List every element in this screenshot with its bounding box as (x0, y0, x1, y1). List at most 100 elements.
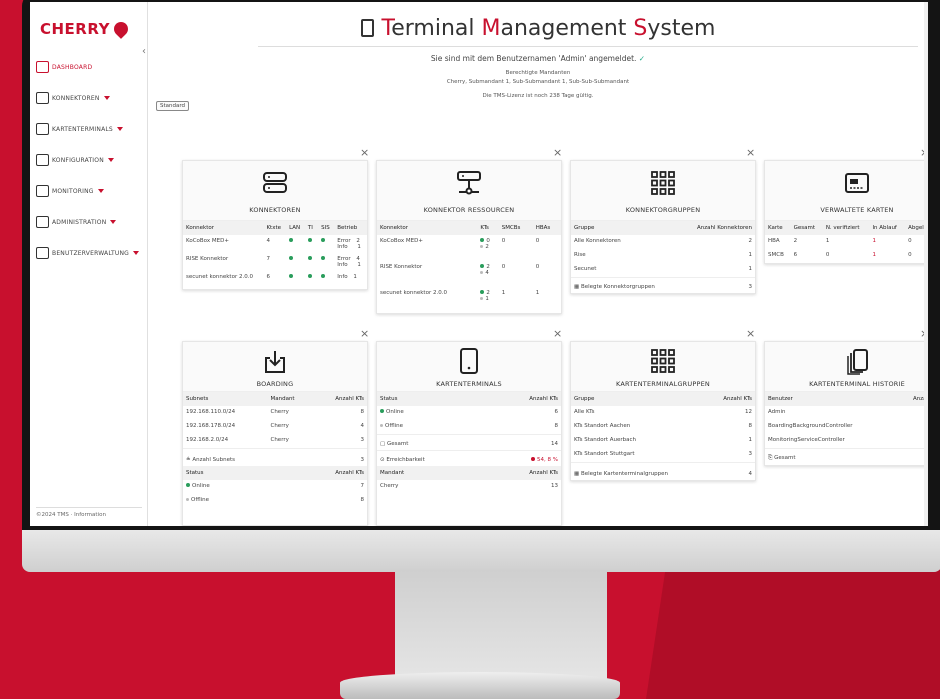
offline-dot (480, 297, 484, 300)
table-row[interactable]: 192.168.110.0/24 Cherry 8 (183, 406, 367, 420)
standard-button[interactable]: Standard (156, 101, 190, 111)
table-row[interactable]: Rise 1 (571, 249, 755, 263)
table-row[interactable]: RISE Konnektor 2 4 0 0 (377, 261, 561, 287)
table-row[interactable]: Alle KTs 12 (571, 406, 755, 420)
status-dot (289, 256, 294, 260)
konnektoren-card: KONNEKTOREN Konnektor Ktxte LAN TI SIS Betrie… (182, 160, 368, 290)
monitor-stand (395, 570, 607, 680)
close-konnektorgruppen-button[interactable]: × (746, 146, 755, 159)
grid-icon (651, 171, 675, 195)
status-dot (321, 256, 326, 260)
table-row[interactable]: KTs Standort Stuttgart 3 (571, 448, 755, 462)
screen: CHERRY ‹ DASHBOARD KONNEKTOREN KARTENTERMI… (30, 2, 928, 526)
mandanten-label: Berechtigte Mandanten (505, 70, 571, 76)
table-row[interactable]: SMCB 6 0 1 0 (765, 249, 928, 263)
close-ressourcen-button[interactable]: × (553, 146, 562, 159)
konnektoren-table: Konnektor Ktxte LAN TI SIS Betrieb KoCoBox ME… (183, 221, 367, 289)
historie-card: KARTENTERMINAL HISTORIE BenutzerAnzahl L… (764, 341, 928, 466)
sidebar-item-dashboard[interactable]: DASHBOARD (36, 54, 148, 80)
sidebar-item-label: KONNEKTOREN (52, 94, 100, 102)
konnektorgruppen-card: KONNEKTORGRUPPEN Gruppe Anzahl Konnektore… (570, 160, 756, 294)
table-row[interactable]: Alle Konnektoren 2 (571, 235, 755, 249)
scrollbar[interactable] (924, 2, 928, 526)
sidebar-item-label: KONFIGURATION (52, 156, 104, 164)
chevron-down-icon[interactable] (97, 189, 104, 193)
table-row[interactable]: RISE Konnektor 7 Error 4 Info 1 (183, 253, 367, 271)
divider (258, 46, 918, 47)
table-row[interactable]: BoardingBackgroundController508 (765, 420, 928, 434)
sidebar-item-konnektoren[interactable]: KONNEKTOREN (36, 85, 148, 111)
table-row[interactable]: KoCoBox MED+ 4 Error 2 Info 1 (183, 235, 367, 253)
table-row[interactable]: KTs Standort Aachen 8 (571, 420, 755, 434)
card-title: VERWALTETE KARTEN (820, 206, 894, 214)
table-row[interactable]: 192.168.2.0/24 Cherry 3 (183, 434, 367, 448)
close-boarding-button[interactable]: × (360, 327, 369, 340)
sidebar-item-benutzerverwaltung[interactable]: BENUTZERVERWALTUNG (36, 240, 148, 266)
table-row[interactable]: Admin48 (765, 406, 928, 420)
sidebar-item-konfiguration[interactable]: KONFIGURATION (36, 147, 148, 173)
terminal-icon (460, 348, 478, 374)
table-row[interactable]: HBA 2 1 1 0 (765, 235, 928, 249)
cherry-logo-icon (111, 19, 131, 39)
summary-row: ▦ Belegte Konnektorgruppen 3 (571, 276, 755, 293)
sidebar-item-label: ADMINISTRATION (52, 218, 107, 226)
close-ktgruppen-button[interactable]: × (746, 327, 755, 340)
table-row[interactable]: secunet konnektor 2.0.0 2 1 1 1 (377, 287, 561, 313)
table-row[interactable]: KoCoBox MED+ 0 2 0 0 (377, 235, 561, 261)
license-info: Die TMS-Lizenz ist noch 238 Tage gültig. (482, 93, 594, 99)
stacked-terminals-icon (847, 349, 868, 375)
grid-icon (651, 349, 675, 373)
boarding-table: Subnets Mandant Anzahl KTs 192.168.110.0/2… (183, 392, 367, 508)
status-dot (289, 274, 294, 278)
ressourcen-table: Konnektor KTs SMCBs HBAs KoCoBox MED+ 0 2 0 0 RI… (377, 221, 561, 313)
card-title: KONNEKTOREN (249, 206, 301, 214)
sidebar-item-kartenterminals[interactable]: KARTENTERMINALS (36, 116, 148, 142)
historie-table: BenutzerAnzahl Logs Admin48BoardingBackg… (765, 392, 928, 465)
chevron-down-icon[interactable] (107, 158, 114, 162)
ktgruppen-card: KARTENTERMINALGRUPPEN Gruppe Anzahl KTs A… (570, 341, 756, 481)
status-dot (321, 274, 326, 278)
status-dot (307, 256, 312, 260)
ressourcen-card: KONNEKTOR RESSOURCEN Konnektor KTs SMCBs HB… (376, 160, 562, 314)
close-terminals-button[interactable]: × (553, 327, 562, 340)
card-title: KARTENTERMINALGRUPPEN (616, 380, 710, 388)
close-konnektoren-button[interactable]: × (360, 146, 369, 159)
server-icon (36, 92, 49, 104)
table-row[interactable]: KTs Standort Auerbach 1 (571, 434, 755, 448)
table-row[interactable]: Online 6 (377, 406, 561, 420)
check-icon: ✓ (638, 54, 646, 63)
ktgruppen-table: Gruppe Anzahl KTs Alle KTs 12 KTs Standort … (571, 392, 755, 480)
chevron-down-icon[interactable] (133, 251, 140, 255)
gear-icon (36, 216, 49, 228)
table-row[interactable]: Cherry 13 (377, 480, 561, 494)
online-dot (480, 238, 485, 242)
table-row[interactable]: Secunet 1 (571, 263, 755, 277)
sidebar-footer[interactable]: ©2024 TMS · Information (36, 507, 142, 518)
terminal-icon (36, 123, 49, 135)
chevron-down-icon[interactable] (110, 220, 117, 224)
sidebar-item-label: BENUTZERVERWALTUNG (52, 249, 130, 257)
karten-table: KarteGesamtN. verifiziertIn AblaufAbgela… (765, 221, 928, 263)
sidebar-item-label: MONITORING (52, 187, 94, 195)
table-row[interactable]: Online 7 (183, 480, 367, 494)
table-row[interactable]: 192.168.178.0/24 Cherry 4 (183, 420, 367, 434)
status-dot (307, 238, 312, 242)
mandanten-list: Cherry, Submandant 1, Sub-Submandant 1, … (446, 79, 630, 85)
chevron-down-icon[interactable] (116, 127, 123, 131)
kartenterminals-table: Status Anzahl KTs Online 6 Offline 8 ▢ Gesamt… (377, 392, 561, 494)
konnektorgruppen-table: Gruppe Anzahl Konnektoren Alle Konnektore… (571, 221, 755, 293)
user-card-icon (36, 247, 49, 259)
sidebar-item-monitoring[interactable]: MONITORING (36, 178, 148, 204)
table-row[interactable]: MonitoringServiceController729 (765, 434, 928, 448)
sidebar-item-administration[interactable]: ADMINISTRATION (36, 209, 148, 235)
card-title: KARTENTERMINALS (436, 380, 502, 388)
chevron-down-icon[interactable] (103, 96, 110, 100)
table-row[interactable]: secunet konnektor 2.0.0 6 Info 1 (183, 271, 367, 289)
monitor-chin (22, 530, 940, 572)
table-row[interactable]: Offline 8 (377, 420, 561, 434)
monitor-icon (36, 185, 49, 197)
card-title: KONNEKTORGRUPPEN (625, 206, 701, 214)
monitor-foot (340, 672, 620, 699)
sidebar-item-label: DASHBOARD (52, 63, 93, 71)
table-row[interactable]: Offline 8 (183, 494, 367, 508)
